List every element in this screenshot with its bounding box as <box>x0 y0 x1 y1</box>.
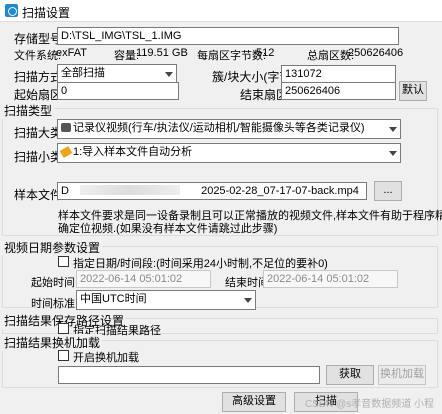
chevron-down-icon <box>165 72 173 77</box>
swap-enable-label: 开启换机加载 <box>73 352 139 364</box>
capacity-value: 119.51 GB <box>136 47 188 59</box>
fs-label: 文件系统: <box>14 50 62 62</box>
time-standard-value: 中国UTC时间 <box>80 293 147 305</box>
sample-file-suffix: 2025-02-28_07-17-07-back.mp4 <box>201 185 359 197</box>
specify-date-label: 指定日期/时间段:(时间采用24小时制,不足位的要补0) <box>73 258 328 270</box>
scan-mode-value: 全部扫描 <box>61 67 105 79</box>
video-date-group-label: 视频日期参数设置 <box>2 239 103 256</box>
swap-enable-checkbox[interactable] <box>58 350 69 361</box>
tag-icon <box>59 146 73 158</box>
blurred-path <box>80 185 181 195</box>
watermark: CSDN @s孝音数据频道 小程 <box>304 399 434 410</box>
end-time-field[interactable]: 2022-06-14 05:01:02 <box>263 270 398 288</box>
swap-path-field[interactable] <box>58 366 320 384</box>
sector-bytes-value: 512 <box>256 47 275 59</box>
specify-path-checkbox[interactable] <box>58 323 69 334</box>
end-sector-field[interactable]: 250626406 <box>281 82 396 100</box>
recorder-icon <box>61 123 71 132</box>
total-sectors-label: 总扇区数: <box>307 50 355 62</box>
fs-value: exFAT <box>56 47 87 59</box>
chevron-down-icon <box>389 127 397 132</box>
window-title: 扫描设置 <box>22 6 71 20</box>
block-size-field[interactable]: 131072 <box>281 65 396 83</box>
time-standard-label: 时间标准: <box>31 298 79 310</box>
sample-file-prefix: D <box>61 185 69 197</box>
title-bar: 扫描设置 <box>0 0 442 22</box>
swap-load-button[interactable]: 换机加载 <box>378 365 426 385</box>
chevron-down-icon <box>389 151 397 156</box>
sample-note-line2: 确定位视频.(如果没有样本文件请跳过此步骤) <box>58 223 278 235</box>
start-time-field[interactable]: 2022-06-14 05:01:02 <box>76 270 211 288</box>
scan-category-select[interactable]: 记录仪视频(行车/执法仪/运动相机/智能摄像头等各类记录仪) <box>57 119 401 139</box>
scan-subcategory-select[interactable]: 1:导入样本文件自动分析 <box>57 143 401 163</box>
sample-file-field[interactable]: D 2025-02-28_07-17-07-back.mp4 <box>57 182 367 200</box>
scan-subcategory-value: 1:导入样本文件自动分析 <box>73 146 193 158</box>
scan-type-group-label: 扫描类型 <box>2 102 55 119</box>
start-sector-field[interactable]: 0 <box>57 82 179 100</box>
scan-category-value: 记录仪视频(行车/执法仪/运动相机/智能摄像头等各类记录仪) <box>73 122 365 134</box>
browse-button[interactable]: ... <box>374 181 402 201</box>
storage-path-field[interactable]: D:\TSL_IMG\TSL_1.IMG <box>57 27 399 45</box>
specify-date-checkbox[interactable] <box>58 256 69 267</box>
chevron-down-icon <box>244 298 252 303</box>
start-time-label: 起始时间: <box>31 277 79 289</box>
total-sectors-value: 250626406 <box>348 47 404 59</box>
default-button[interactable]: 默认 <box>399 81 427 101</box>
scan-mode-select[interactable]: 全部扫描 <box>57 64 177 84</box>
time-standard-select[interactable]: 中国UTC时间 <box>76 290 256 310</box>
advanced-settings-button[interactable]: 高级设置 <box>222 392 286 412</box>
app-icon <box>5 4 18 17</box>
get-button[interactable]: 获取 <box>326 365 374 385</box>
